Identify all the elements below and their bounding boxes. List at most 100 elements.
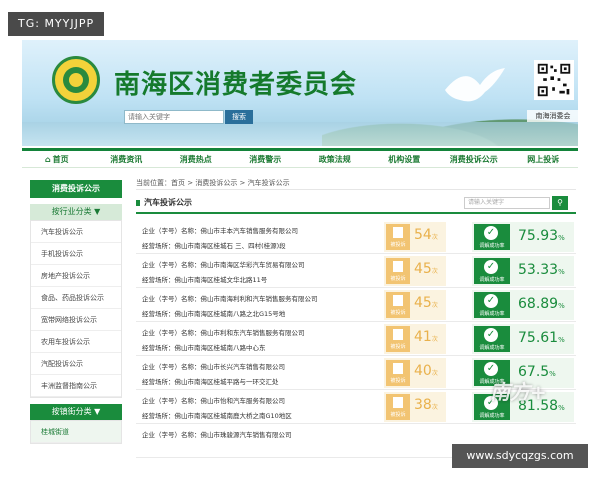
complaint-label: 被投诉: [390, 310, 406, 316]
complaint-count-box: 被投诉 45次: [384, 290, 446, 320]
company-name: 企业（字号）名称：佛山市丰本汽车销售服务有限公司: [142, 227, 298, 235]
qr-label: 南海消委会: [527, 110, 578, 122]
company-name: 企业（字号）名称：佛山市长兴汽车销售有限公司: [142, 363, 285, 371]
sidebar-item[interactable]: 丰洲监督指南公示: [31, 375, 121, 397]
complaint-count-box: 被投诉 41次: [384, 324, 446, 354]
nav-item-news[interactable]: 消费资讯: [92, 151, 162, 167]
nav-item-policy[interactable]: 政策法规: [300, 151, 370, 167]
resolved-label: 调解成功率: [479, 277, 505, 283]
complaint-count: 40次: [414, 363, 438, 379]
sidebar-group-town[interactable]: 按镇街分类 ▼: [30, 404, 122, 420]
site-banner: 南海区消费者委员会 请输入关键字 搜索 南海消委会: [22, 40, 578, 146]
resolution-rate-box: ✓ 调解成功率 53.33%: [472, 256, 574, 286]
check-icon: ✓: [484, 226, 498, 240]
section-search-input[interactable]: 请输入关键字: [464, 197, 550, 209]
nav-label: 首页: [52, 155, 69, 164]
qr-code-icon: [534, 60, 574, 100]
company-name: 企业（字号）名称：佛山市南海区华彩汽车贸易有限公司: [142, 261, 305, 269]
rate-percent: %: [558, 234, 565, 242]
rate-value: 68.89: [518, 296, 559, 312]
table-row[interactable]: 企业（字号）名称：佛山市南海利利和汽车销售服务有限公司 经营场所：佛山市南海区桂…: [136, 288, 576, 322]
nav-item-online-complaint[interactable]: 网上投诉: [509, 151, 579, 167]
search-icon[interactable]: ⚲: [552, 196, 568, 210]
complaint-count-box: 被投诉 38次: [384, 392, 446, 422]
company-name: 企业（字号）名称：佛山市南海利利和汽车销售服务有限公司: [142, 295, 318, 303]
business-address: 经营场所：佛山市南海区桂城南八路之北G15号地: [142, 310, 286, 318]
sidebar-item[interactable]: 房地产投诉公示: [31, 265, 121, 287]
sidebar-item[interactable]: 汽车投诉公示: [31, 221, 121, 243]
complaint-list: 企业（字号）名称：佛山市丰本汽车销售服务有限公司 经营场所：佛山市南海区桂城石 …: [136, 220, 576, 458]
count-unit: 次: [431, 336, 438, 343]
check-icon: ✓: [484, 362, 498, 376]
resolution-rate: 75.93%: [518, 228, 565, 244]
nav-item-hotspot[interactable]: 消费热点: [161, 151, 231, 167]
sidebar-item[interactable]: 汽配投诉公示: [31, 353, 121, 375]
resolution-rate-box: ✓ 调解成功率 75.61%: [472, 324, 574, 354]
sidebar-item[interactable]: 农用车投诉公示: [31, 331, 121, 353]
resolution-rate-box: ✓ 调解成功率 68.89%: [472, 290, 574, 320]
check-badge: ✓ 调解成功率: [474, 224, 510, 250]
watermark-top: TG: MYYJJPP: [8, 12, 105, 36]
resolution-rate: 75.61%: [518, 330, 565, 346]
table-row[interactable]: 企业（字号）名称：佛山市丰本汽车销售服务有限公司 经营场所：佛山市南海区桂城石 …: [136, 220, 576, 254]
sidebar-town-list: 桂城街道: [30, 420, 122, 444]
nav-item-complaint-notice[interactable]: 消费投诉公示: [439, 151, 509, 167]
complaint-count-box: 被投诉 45次: [384, 256, 446, 286]
count-value: 41: [414, 329, 432, 345]
header-search-input[interactable]: 请输入关键字: [124, 110, 224, 124]
business-address: 经营场所：佛山市南海区桂城南鹿大桥之南G10地区: [142, 412, 292, 420]
company-name: 企业（字号）名称：佛山市利和东汽车销售服务有限公司: [142, 329, 305, 337]
section-header: 汽车投诉公示 请输入关键字 ⚲: [136, 194, 576, 214]
table-row[interactable]: 企业（字号）名称：佛山市南海区华彩汽车贸易有限公司 经营场所：佛山市南海区桂城文…: [136, 254, 576, 288]
count-unit: 次: [431, 268, 438, 275]
check-badge: ✓ 调解成功率: [474, 326, 510, 352]
table-row[interactable]: 企业（字号）名称：佛山市利和东汽车销售服务有限公司 经营场所：佛山市南海区桂城南…: [136, 322, 576, 356]
rate-percent: %: [558, 302, 565, 310]
rate-percent: %: [558, 336, 565, 344]
business-address: 经营场所：佛山市南海区桂城南八路中心东: [142, 344, 266, 352]
count-value: 40: [414, 363, 432, 379]
resolved-label: 调解成功率: [479, 243, 505, 249]
watermark-bottom: www.sdycqzgs.com: [452, 444, 588, 468]
check-icon: ✓: [484, 328, 498, 342]
count-value: 45: [414, 261, 432, 277]
dove-icon: [445, 68, 505, 102]
complaint-label: 被投诉: [390, 276, 406, 282]
sidebar-item[interactable]: 手机投诉公示: [31, 243, 121, 265]
sidebar-item[interactable]: 宽带网络投诉公示: [31, 309, 121, 331]
header-search-button[interactable]: 搜索: [225, 110, 253, 124]
count-unit: 次: [431, 234, 438, 241]
complaint-count: 45次: [414, 295, 438, 311]
sidebar-group-industry[interactable]: 按行业分类 ▼: [30, 204, 122, 220]
resolved-label: 调解成功率: [479, 311, 505, 317]
complaint-count-box: 被投诉 54次: [384, 222, 446, 252]
sidebar-heading: 消费投诉公示: [30, 180, 122, 198]
business-address: 经营场所：佛山市南海区桂城文华北路11号: [142, 276, 268, 284]
complaint-count: 54次: [414, 227, 438, 243]
rate-value: 75.93: [518, 228, 559, 244]
sidebar-item[interactable]: 食品、药品投诉公示: [31, 287, 121, 309]
company-name: 企业（字号）名称：佛山市珠骏源汽车销售有限公司: [142, 431, 292, 439]
complaint-count: 45次: [414, 261, 438, 277]
complaint-count: 41次: [414, 329, 438, 345]
complaint-label: 被投诉: [390, 378, 406, 384]
sidebar-item[interactable]: 桂城街道: [31, 421, 121, 443]
check-badge: ✓ 调解成功率: [474, 292, 510, 318]
resolution-rate: 68.89%: [518, 296, 565, 312]
breadcrumb: 当前位置：首页 > 消费投诉公示 > 汽车投诉公示: [136, 176, 576, 190]
resolution-rate: 53.33%: [518, 262, 565, 278]
check-badge: ✓ 调解成功率: [474, 258, 510, 284]
rate-value: 75.61: [518, 330, 559, 346]
check-icon: ✓: [484, 294, 498, 308]
count-unit: 次: [431, 404, 438, 411]
complaint-label: 被投诉: [390, 412, 406, 418]
nav-item-warning[interactable]: 消费警示: [231, 151, 301, 167]
count-value: 45: [414, 295, 432, 311]
nav-item-organization[interactable]: 机构设置: [370, 151, 440, 167]
sidebar: 消费投诉公示 按行业分类 ▼ 汽车投诉公示 手机投诉公示 房地产投诉公示 食品、…: [30, 180, 122, 444]
company-name: 企业（字号）名称：佛山市怡和汽车服务有限公司: [142, 397, 285, 405]
rate-value: 53.33: [518, 262, 559, 278]
home-icon: ⌂: [44, 155, 51, 164]
nav-item-home[interactable]: ⌂ 首页: [22, 151, 92, 167]
main-nav: ⌂ 首页 消费资讯 消费热点 消费警示 政策法规 机构设置 消费投诉公示 网上投诉: [22, 148, 578, 168]
